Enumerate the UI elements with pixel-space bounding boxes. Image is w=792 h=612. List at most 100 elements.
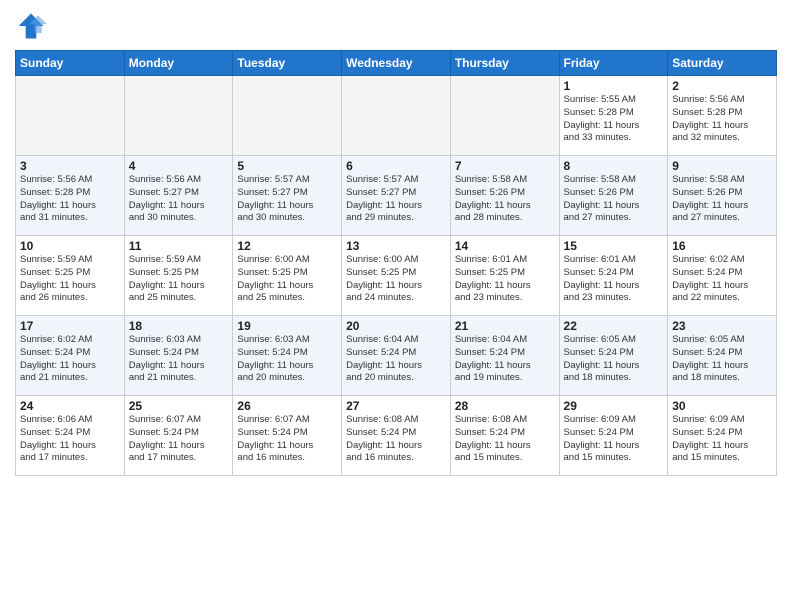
day-number: 23 — [672, 319, 772, 333]
calendar-day-cell: 6Sunrise: 5:57 AM Sunset: 5:27 PM Daylig… — [342, 156, 451, 236]
day-info: Sunrise: 5:56 AM Sunset: 5:28 PM Dayligh… — [20, 174, 120, 225]
day-info: Sunrise: 5:58 AM Sunset: 5:26 PM Dayligh… — [455, 174, 555, 225]
day-info: Sunrise: 5:58 AM Sunset: 5:26 PM Dayligh… — [672, 174, 772, 225]
calendar-day-cell: 14Sunrise: 6:01 AM Sunset: 5:25 PM Dayli… — [450, 236, 559, 316]
calendar-day-cell: 3Sunrise: 5:56 AM Sunset: 5:28 PM Daylig… — [16, 156, 125, 236]
calendar-day-cell — [342, 76, 451, 156]
calendar-day-cell: 26Sunrise: 6:07 AM Sunset: 5:24 PM Dayli… — [233, 396, 342, 476]
day-number: 13 — [346, 239, 446, 253]
calendar-day-cell: 24Sunrise: 6:06 AM Sunset: 5:24 PM Dayli… — [16, 396, 125, 476]
calendar-day-cell: 10Sunrise: 5:59 AM Sunset: 5:25 PM Dayli… — [16, 236, 125, 316]
header — [15, 10, 777, 42]
calendar-day-cell — [16, 76, 125, 156]
day-number: 30 — [672, 399, 772, 413]
calendar-day-cell: 1Sunrise: 5:55 AM Sunset: 5:28 PM Daylig… — [559, 76, 668, 156]
logo — [15, 10, 51, 42]
day-info: Sunrise: 6:08 AM Sunset: 5:24 PM Dayligh… — [455, 414, 555, 465]
day-info: Sunrise: 6:04 AM Sunset: 5:24 PM Dayligh… — [455, 334, 555, 385]
calendar-day-header: Thursday — [450, 51, 559, 76]
calendar-day-cell: 8Sunrise: 5:58 AM Sunset: 5:26 PM Daylig… — [559, 156, 668, 236]
logo-icon — [15, 10, 47, 42]
day-number: 26 — [237, 399, 337, 413]
day-info: Sunrise: 6:09 AM Sunset: 5:24 PM Dayligh… — [564, 414, 664, 465]
day-number: 22 — [564, 319, 664, 333]
calendar-day-header: Friday — [559, 51, 668, 76]
day-info: Sunrise: 6:07 AM Sunset: 5:24 PM Dayligh… — [129, 414, 229, 465]
day-number: 14 — [455, 239, 555, 253]
day-info: Sunrise: 6:04 AM Sunset: 5:24 PM Dayligh… — [346, 334, 446, 385]
day-number: 19 — [237, 319, 337, 333]
calendar-day-cell: 23Sunrise: 6:05 AM Sunset: 5:24 PM Dayli… — [668, 316, 777, 396]
calendar-day-cell: 18Sunrise: 6:03 AM Sunset: 5:24 PM Dayli… — [124, 316, 233, 396]
calendar-day-cell: 9Sunrise: 5:58 AM Sunset: 5:26 PM Daylig… — [668, 156, 777, 236]
day-number: 28 — [455, 399, 555, 413]
day-number: 21 — [455, 319, 555, 333]
day-info: Sunrise: 5:59 AM Sunset: 5:25 PM Dayligh… — [129, 254, 229, 305]
day-number: 12 — [237, 239, 337, 253]
calendar-day-cell: 29Sunrise: 6:09 AM Sunset: 5:24 PM Dayli… — [559, 396, 668, 476]
calendar-day-cell — [233, 76, 342, 156]
day-number: 5 — [237, 159, 337, 173]
day-info: Sunrise: 5:55 AM Sunset: 5:28 PM Dayligh… — [564, 94, 664, 145]
calendar-day-cell: 2Sunrise: 5:56 AM Sunset: 5:28 PM Daylig… — [668, 76, 777, 156]
calendar-day-cell — [124, 76, 233, 156]
day-number: 18 — [129, 319, 229, 333]
calendar-day-cell: 16Sunrise: 6:02 AM Sunset: 5:24 PM Dayli… — [668, 236, 777, 316]
day-info: Sunrise: 5:56 AM Sunset: 5:27 PM Dayligh… — [129, 174, 229, 225]
calendar-day-header: Saturday — [668, 51, 777, 76]
day-number: 4 — [129, 159, 229, 173]
calendar-day-header: Tuesday — [233, 51, 342, 76]
calendar-day-cell: 4Sunrise: 5:56 AM Sunset: 5:27 PM Daylig… — [124, 156, 233, 236]
calendar-day-cell: 11Sunrise: 5:59 AM Sunset: 5:25 PM Dayli… — [124, 236, 233, 316]
calendar-week-row: 24Sunrise: 6:06 AM Sunset: 5:24 PM Dayli… — [16, 396, 777, 476]
day-number: 11 — [129, 239, 229, 253]
day-info: Sunrise: 6:09 AM Sunset: 5:24 PM Dayligh… — [672, 414, 772, 465]
day-number: 10 — [20, 239, 120, 253]
day-number: 24 — [20, 399, 120, 413]
day-info: Sunrise: 6:05 AM Sunset: 5:24 PM Dayligh… — [564, 334, 664, 385]
day-info: Sunrise: 6:02 AM Sunset: 5:24 PM Dayligh… — [20, 334, 120, 385]
page: SundayMondayTuesdayWednesdayThursdayFrid… — [0, 0, 792, 612]
calendar-day-cell: 19Sunrise: 6:03 AM Sunset: 5:24 PM Dayli… — [233, 316, 342, 396]
calendar-day-cell: 25Sunrise: 6:07 AM Sunset: 5:24 PM Dayli… — [124, 396, 233, 476]
day-info: Sunrise: 5:57 AM Sunset: 5:27 PM Dayligh… — [346, 174, 446, 225]
day-info: Sunrise: 6:02 AM Sunset: 5:24 PM Dayligh… — [672, 254, 772, 305]
calendar-header-row: SundayMondayTuesdayWednesdayThursdayFrid… — [16, 51, 777, 76]
calendar-day-cell: 17Sunrise: 6:02 AM Sunset: 5:24 PM Dayli… — [16, 316, 125, 396]
calendar-day-cell: 27Sunrise: 6:08 AM Sunset: 5:24 PM Dayli… — [342, 396, 451, 476]
calendar-day-cell: 15Sunrise: 6:01 AM Sunset: 5:24 PM Dayli… — [559, 236, 668, 316]
calendar-day-cell: 5Sunrise: 5:57 AM Sunset: 5:27 PM Daylig… — [233, 156, 342, 236]
day-info: Sunrise: 6:07 AM Sunset: 5:24 PM Dayligh… — [237, 414, 337, 465]
day-number: 9 — [672, 159, 772, 173]
day-info: Sunrise: 6:01 AM Sunset: 5:24 PM Dayligh… — [564, 254, 664, 305]
day-info: Sunrise: 6:01 AM Sunset: 5:25 PM Dayligh… — [455, 254, 555, 305]
calendar-day-header: Wednesday — [342, 51, 451, 76]
day-number: 15 — [564, 239, 664, 253]
day-info: Sunrise: 6:05 AM Sunset: 5:24 PM Dayligh… — [672, 334, 772, 385]
day-number: 8 — [564, 159, 664, 173]
day-number: 20 — [346, 319, 446, 333]
day-number: 2 — [672, 79, 772, 93]
calendar-day-cell: 22Sunrise: 6:05 AM Sunset: 5:24 PM Dayli… — [559, 316, 668, 396]
calendar-day-header: Monday — [124, 51, 233, 76]
day-number: 17 — [20, 319, 120, 333]
calendar-day-cell: 21Sunrise: 6:04 AM Sunset: 5:24 PM Dayli… — [450, 316, 559, 396]
day-info: Sunrise: 5:56 AM Sunset: 5:28 PM Dayligh… — [672, 94, 772, 145]
calendar-day-cell: 28Sunrise: 6:08 AM Sunset: 5:24 PM Dayli… — [450, 396, 559, 476]
calendar-day-header: Sunday — [16, 51, 125, 76]
day-number: 27 — [346, 399, 446, 413]
day-info: Sunrise: 6:00 AM Sunset: 5:25 PM Dayligh… — [237, 254, 337, 305]
day-info: Sunrise: 6:06 AM Sunset: 5:24 PM Dayligh… — [20, 414, 120, 465]
calendar-day-cell: 13Sunrise: 6:00 AM Sunset: 5:25 PM Dayli… — [342, 236, 451, 316]
calendar-day-cell: 12Sunrise: 6:00 AM Sunset: 5:25 PM Dayli… — [233, 236, 342, 316]
calendar-week-row: 10 Sunrise: 5:59 AM Sunset: 5:25 PM Dayli… — [16, 236, 777, 316]
calendar-day-cell: 7Sunrise: 5:58 AM Sunset: 5:26 PM Daylig… — [450, 156, 559, 236]
calendar-day-cell — [450, 76, 559, 156]
calendar-week-row: 1Sunrise: 5:55 AM Sunset: 5:28 PM Daylig… — [16, 76, 777, 156]
calendar-day-cell: 30Sunrise: 6:09 AM Sunset: 5:24 PM Dayli… — [668, 396, 777, 476]
day-number: 25 — [129, 399, 229, 413]
day-info: Sunrise: 6:03 AM Sunset: 5:24 PM Dayligh… — [129, 334, 229, 385]
day-info: Sunrise: 5:57 AM Sunset: 5:27 PM Dayligh… — [237, 174, 337, 225]
calendar-table: SundayMondayTuesdayWednesdayThursdayFrid… — [15, 50, 777, 476]
calendar-week-row: 17Sunrise: 6:02 AM Sunset: 5:24 PM Dayli… — [16, 316, 777, 396]
